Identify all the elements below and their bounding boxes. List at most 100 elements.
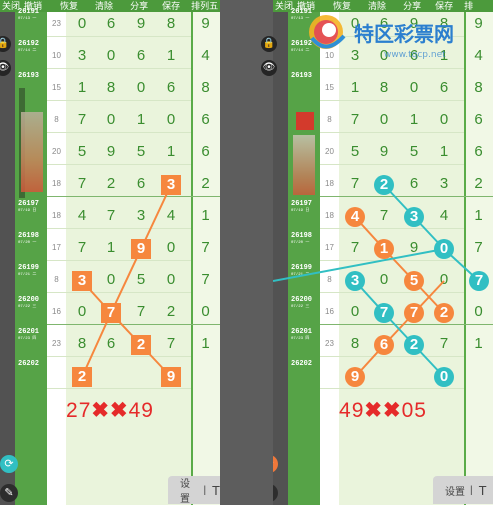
toolbar-clear[interactable]: 清除 <box>95 0 113 12</box>
digit-cell[interactable]: 1 <box>434 143 454 160</box>
selected-digit-circle[interactable]: 2 <box>374 175 394 195</box>
digit-cell[interactable]: 0 <box>161 111 181 128</box>
selected-digit-circle[interactable]: 1 <box>374 239 394 259</box>
digit-cell[interactable]: 0 <box>434 111 454 128</box>
text-tool-icon[interactable]: T <box>479 483 487 498</box>
selected-digit-square[interactable]: 9 <box>131 239 151 259</box>
selected-digit-square[interactable]: 7 <box>101 303 121 323</box>
selected-digit-circle[interactable]: 9 <box>345 367 365 387</box>
digit-cell[interactable]: 7 <box>101 207 121 224</box>
selected-digit-circle[interactable]: 3 <box>345 271 365 291</box>
digit-cell[interactable]: 0 <box>161 271 181 288</box>
digit-cell[interactable]: 5 <box>131 143 151 160</box>
selected-digit-square[interactable]: 3 <box>72 271 92 291</box>
digit-cell[interactable]: 4 <box>72 207 92 224</box>
digit-cell[interactable]: 0 <box>345 303 365 320</box>
digit-cell[interactable]: 5 <box>345 143 365 160</box>
digit-cell[interactable]: 0 <box>101 271 121 288</box>
digit-cell[interactable]: 3 <box>434 175 454 192</box>
digit-cell[interactable]: 6 <box>161 79 181 96</box>
digit-cell[interactable]: 7 <box>345 175 365 192</box>
digit-cell[interactable]: 0 <box>101 111 121 128</box>
digit-cell[interactable]: 0 <box>434 271 454 288</box>
lock-icon[interactable]: 🔒 <box>261 36 277 52</box>
pen-icon[interactable]: ✎ <box>0 484 18 502</box>
digit-cell[interactable]: 6 <box>101 335 121 352</box>
digit-cell[interactable]: 8 <box>345 335 365 352</box>
digit-cell[interactable]: 6 <box>434 79 454 96</box>
digit-cell[interactable]: 2 <box>101 175 121 192</box>
digit-cell[interactable]: 0 <box>161 239 181 256</box>
logo-swirl-icon <box>309 15 346 49</box>
digit-cell[interactable]: 7 <box>72 239 92 256</box>
digit-cell[interactable]: 0 <box>374 111 394 128</box>
digit-cell[interactable]: 7 <box>345 239 365 256</box>
digit-cell[interactable]: 0 <box>404 79 424 96</box>
digit-cell[interactable]: 1 <box>161 143 181 160</box>
selected-digit-square[interactable]: 3 <box>161 175 181 195</box>
digit-cell[interactable]: 7 <box>131 303 151 320</box>
selected-digit-circle[interactable]: 0 <box>434 367 454 387</box>
digit-cell[interactable]: 4 <box>161 207 181 224</box>
toolbar-save[interactable]: 保存 <box>162 0 180 12</box>
digit-cell[interactable]: 1 <box>101 239 121 256</box>
digit-cell[interactable]: 1 <box>131 111 151 128</box>
digit-cell[interactable]: 9 <box>374 143 394 160</box>
digit-cell[interactable]: 7 <box>374 207 394 224</box>
digit-cell[interactable]: 7 <box>161 335 181 352</box>
digit-cell[interactable]: 7 <box>72 111 92 128</box>
selected-digit-circle[interactable]: 7 <box>469 271 489 291</box>
digit-cell[interactable]: 7 <box>72 175 92 192</box>
selected-digit-square[interactable]: 2 <box>72 367 92 387</box>
digit-cell[interactable]: 9 <box>101 143 121 160</box>
digit-cell[interactable]: 6 <box>131 175 151 192</box>
digit-cell[interactable]: 7 <box>434 335 454 352</box>
digit-cell[interactable]: 5 <box>131 271 151 288</box>
digit-cell[interactable]: 1 <box>345 79 365 96</box>
digit-cell[interactable]: 6 <box>131 47 151 64</box>
selected-digit-circle[interactable]: 0 <box>434 239 454 259</box>
digit-cell[interactable]: 0 <box>72 303 92 320</box>
selected-digit-circle[interactable]: 3 <box>404 207 424 227</box>
toolbar-redo[interactable]: 恢复 <box>60 0 78 12</box>
digit-cell[interactable]: 6 <box>101 15 121 32</box>
digit-cell[interactable]: 3 <box>131 207 151 224</box>
toolbar-pl5[interactable]: 排列五 <box>191 0 218 12</box>
digit-cell[interactable]: 1 <box>72 79 92 96</box>
digit-cell[interactable]: 6 <box>404 175 424 192</box>
digit-cell[interactable]: 8 <box>374 79 394 96</box>
digit-cell[interactable]: 1 <box>404 111 424 128</box>
selected-digit-circle[interactable]: 7 <box>374 303 394 323</box>
digit-cell[interactable]: 0 <box>101 47 121 64</box>
selected-digit-circle[interactable]: 2 <box>404 335 424 355</box>
refresh-icon[interactable]: ⟳ <box>0 455 18 473</box>
selected-digit-circle[interactable]: 7 <box>404 303 424 323</box>
digit-cell[interactable]: 4 <box>434 207 454 224</box>
digit-cell[interactable]: 2 <box>161 303 181 320</box>
left-settings-bar[interactable]: 设置 | T <box>168 476 220 505</box>
selected-digit-circle[interactable]: 2 <box>434 303 454 323</box>
digit-cell[interactable]: 9 <box>404 239 424 256</box>
digit-cell[interactable]: 5 <box>404 143 424 160</box>
selected-digit-square[interactable]: 9 <box>161 367 181 387</box>
selected-digit-circle[interactable]: 6 <box>374 335 394 355</box>
digit-cell[interactable]: 0 <box>131 79 151 96</box>
selected-digit-circle[interactable]: 4 <box>345 207 365 227</box>
digit-cell[interactable]: 5 <box>72 143 92 160</box>
text-tool-icon[interactable]: T <box>212 483 220 498</box>
digit-cell[interactable]: 0 <box>374 271 394 288</box>
digit-cell[interactable]: 1 <box>161 47 181 64</box>
digit-cell[interactable]: 7 <box>345 111 365 128</box>
eye-icon[interactable]: 👁 <box>261 60 277 76</box>
digit-cell[interactable]: 0 <box>72 15 92 32</box>
right-settings-bar[interactable]: 设置 | T <box>433 476 493 504</box>
selected-digit-circle[interactable]: 5 <box>404 271 424 291</box>
issue-cell: 26192 07/14 二 <box>15 38 47 70</box>
digit-cell[interactable]: 8 <box>161 15 181 32</box>
digit-cell[interactable]: 8 <box>101 79 121 96</box>
digit-cell[interactable]: 9 <box>131 15 151 32</box>
digit-cell[interactable]: 8 <box>72 335 92 352</box>
digit-cell[interactable]: 3 <box>72 47 92 64</box>
toolbar-share[interactable]: 分享 <box>130 0 148 12</box>
selected-digit-square[interactable]: 2 <box>131 335 151 355</box>
